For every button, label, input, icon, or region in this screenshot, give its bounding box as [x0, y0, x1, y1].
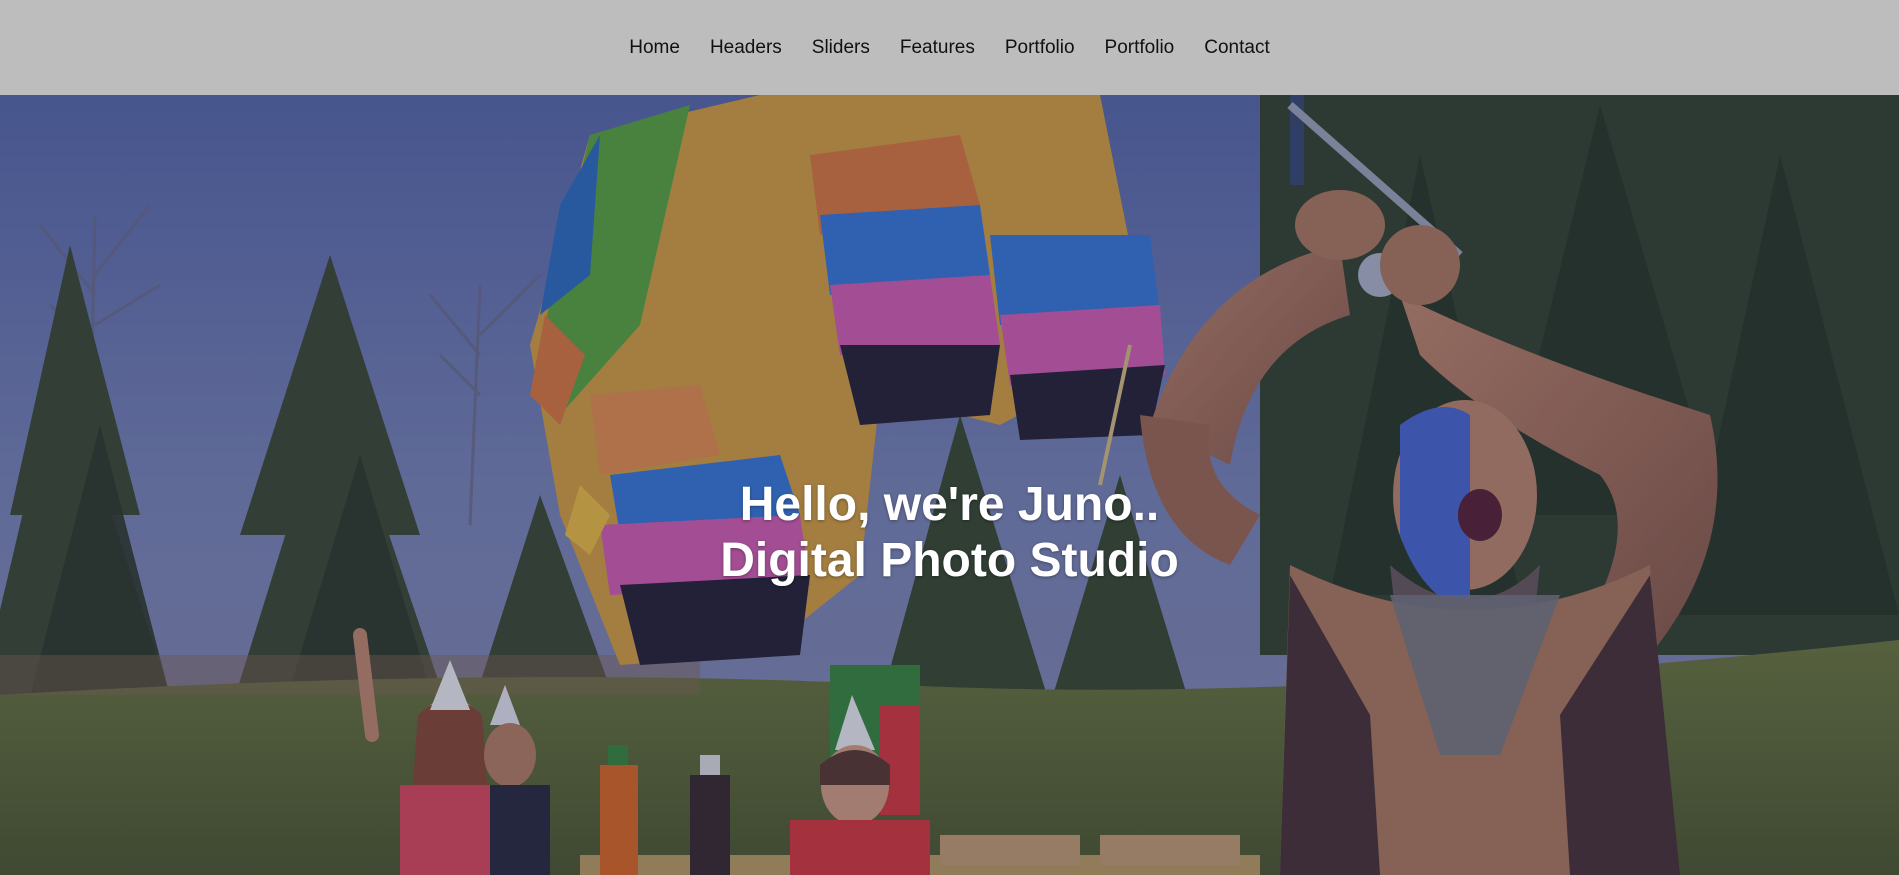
nav-item-sliders[interactable]: Sliders	[797, 37, 885, 59]
nav-item-portfolio[interactable]: Portfolio	[990, 37, 1090, 59]
nav-item-headers[interactable]: Headers	[695, 37, 797, 59]
hero-heading: Hello, we're Juno.. Digital Photo Studio	[0, 477, 1899, 589]
nav-item-home[interactable]: Home	[614, 37, 695, 59]
nav-menu: Home Headers Sliders Features Portfolio …	[614, 37, 1284, 59]
hero-subtitle: Digital Photo Studio	[720, 534, 1179, 587]
nav-item-contact[interactable]: Contact	[1189, 37, 1284, 59]
top-navigation-bar: Home Headers Sliders Features Portfolio …	[0, 0, 1899, 95]
hero-title: Hello, we're Juno..	[739, 478, 1160, 531]
hero-section: Hello, we're Juno.. Digital Photo Studio	[0, 95, 1899, 875]
nav-item-features[interactable]: Features	[885, 37, 990, 59]
nav-item-portfolio-2[interactable]: Portfolio	[1090, 37, 1190, 59]
